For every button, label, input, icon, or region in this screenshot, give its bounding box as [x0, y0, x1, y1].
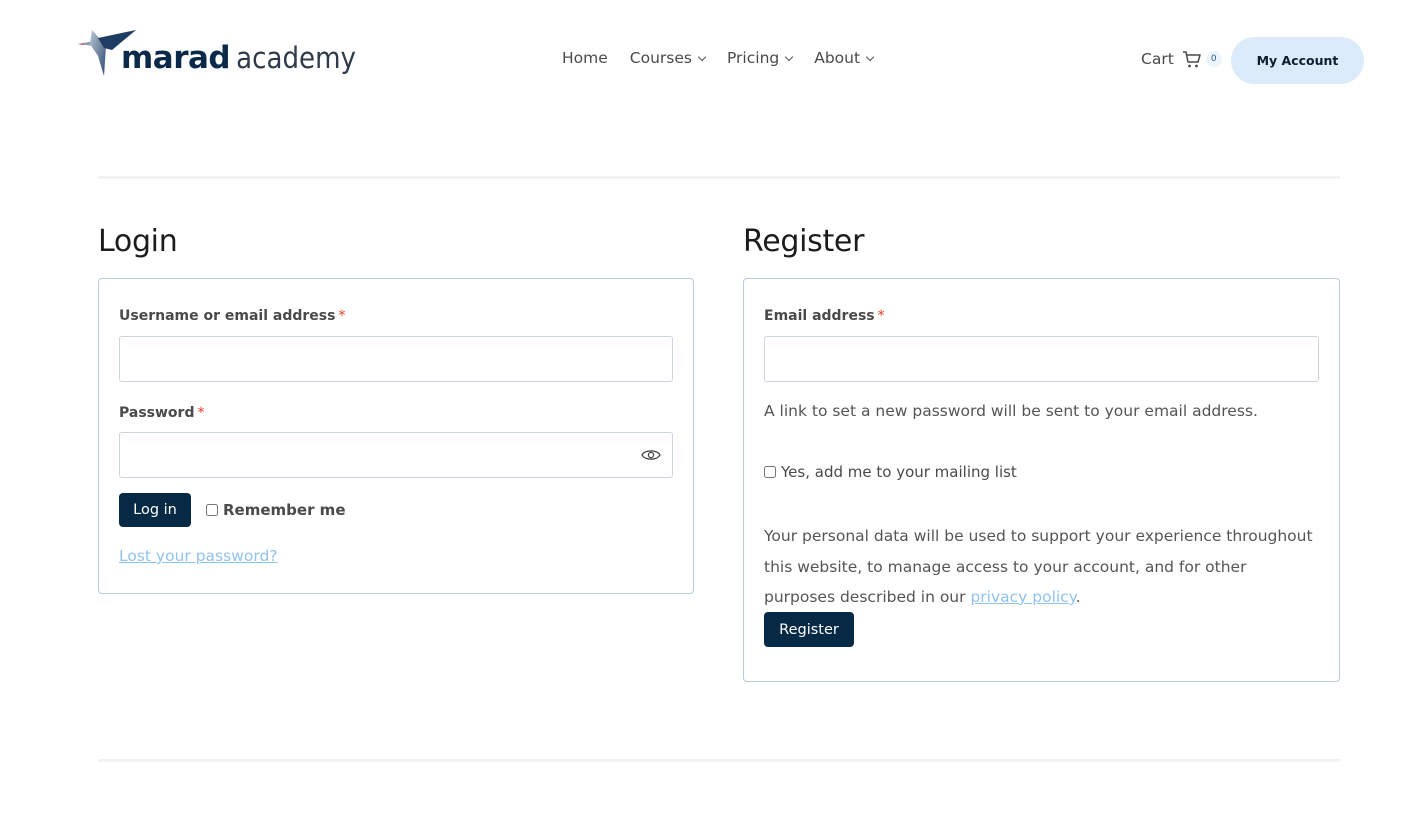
cart-icon — [1182, 51, 1201, 68]
my-account-button[interactable]: My Account — [1231, 37, 1364, 84]
cart-link[interactable]: Cart 0 — [1141, 49, 1222, 69]
bottom-divider — [98, 759, 1340, 762]
required-marker: * — [877, 308, 885, 324]
logo-sub: academy — [236, 41, 356, 75]
nav-pricing[interactable]: Pricing — [726, 49, 794, 67]
password-note: A link to set a new password will be sen… — [764, 402, 1258, 420]
nav-courses[interactable]: Courses — [629, 49, 707, 67]
logo-brand: marad — [121, 40, 231, 76]
required-marker: * — [197, 405, 205, 421]
lost-password-link[interactable]: Lost your password? — [119, 547, 278, 565]
site-logo[interactable]: marad academy — [76, 28, 376, 80]
nav-pricing-label: Pricing — [726, 49, 780, 67]
main-nav: Home Courses Pricing About — [562, 49, 895, 67]
site-header: marad academy Home Courses Pricing About … — [0, 0, 1415, 120]
username-label-text: Username or email address — [119, 308, 336, 324]
login-form: Username or email address * Password * Log… — [98, 278, 694, 594]
register-email-input[interactable] — [764, 336, 1319, 382]
nav-home-label: Home — [562, 49, 608, 67]
nav-about[interactable]: About — [814, 49, 875, 67]
cart-count-badge: 0 — [1205, 51, 1222, 67]
email-label-text: Email address — [764, 308, 875, 324]
register-form: Email address * A link to set a new passw… — [743, 278, 1340, 682]
nav-about-label: About — [814, 49, 861, 67]
login-title: Login — [98, 224, 178, 259]
mailing-list-checkbox[interactable] — [764, 466, 776, 478]
remember-me-label: Remember me — [223, 501, 346, 519]
privacy-notice: Your personal data will be used to suppo… — [764, 521, 1319, 613]
privacy-policy-link[interactable]: privacy policy — [970, 588, 1075, 606]
chevron-down-icon — [784, 52, 794, 61]
login-button[interactable]: Log in — [119, 493, 191, 527]
remember-me[interactable]: Remember me — [206, 501, 346, 519]
chevron-down-icon — [865, 52, 875, 61]
mailing-list-option[interactable]: Yes, add me to your mailing list — [764, 463, 1017, 481]
email-label: Email address * — [764, 308, 885, 324]
top-divider — [98, 176, 1340, 179]
password-label: Password * — [119, 405, 204, 421]
nav-courses-label: Courses — [629, 49, 692, 67]
privacy-text-end: . — [1075, 588, 1081, 606]
remember-me-checkbox[interactable] — [206, 504, 218, 516]
chevron-down-icon — [697, 52, 707, 61]
register-button[interactable]: Register — [764, 612, 854, 647]
password-input[interactable] — [119, 432, 673, 478]
eye-icon[interactable] — [641, 448, 661, 462]
required-marker: * — [338, 308, 346, 324]
mailing-list-label: Yes, add me to your mailing list — [781, 463, 1017, 481]
nav-home[interactable]: Home — [562, 49, 608, 67]
username-label: Username or email address * — [119, 308, 345, 324]
cart-label: Cart — [1141, 50, 1174, 68]
password-label-text: Password — [119, 405, 195, 421]
logo-wordmark: marad academy — [121, 40, 356, 76]
username-input[interactable] — [119, 336, 673, 382]
register-title: Register — [743, 224, 865, 259]
